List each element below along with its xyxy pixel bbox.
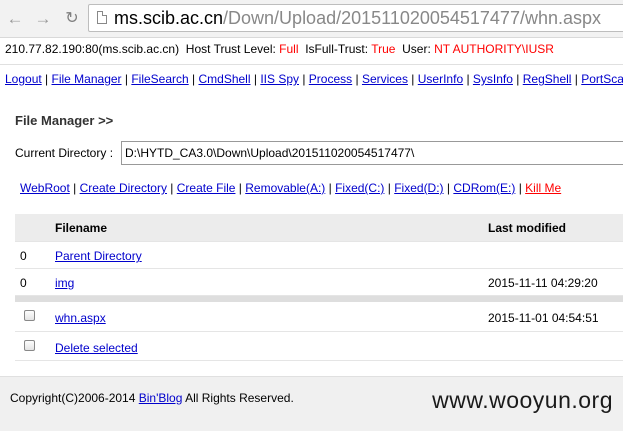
user-label: User: [402,42,431,56]
menu-separator: | [512,72,523,86]
parent-directory-link[interactable]: Parent Directory [55,249,142,263]
browser-toolbar: ← → ↻ ms.scib.ac.cn/Down/Upload/20151102… [0,0,623,38]
file-checkbox[interactable] [24,310,35,321]
page-title: File Manager >> [15,113,114,128]
menu-separator: | [121,72,132,86]
menu-cmd-shell[interactable]: CmdShell [198,72,250,86]
url-path: /Down/Upload/201511020054517477/whn.aspx [223,8,601,28]
copyright-text: Copyright(C)2006-2014 [10,391,136,405]
forward-arrow-icon[interactable]: → [34,10,52,28]
rights-text: All Rights Reserved. [185,391,294,405]
full-trust-value: True [371,42,396,56]
drive-c-link[interactable]: Fixed(C:) [335,181,384,195]
file-table: Filename Last modified 0 Parent Director… [15,214,623,361]
current-directory-input[interactable] [121,141,623,165]
menu-services[interactable]: Services [362,72,408,86]
back-arrow-icon[interactable]: ← [6,10,24,28]
menu-logout[interactable]: Logout [5,72,42,86]
row-index: 0 [20,276,27,290]
drive-d-link[interactable]: Fixed(D:) [394,181,443,195]
last-modified-header: Last modified [488,221,567,235]
trust-level-value: Full [279,42,299,56]
address-bar[interactable]: ms.scib.ac.cn/Down/Upload/20151102005451… [88,4,623,32]
action-separator: | [69,181,80,195]
divider [0,64,623,65]
menu-iis-spy[interactable]: IIS Spy [260,72,299,86]
blog-link[interactable]: Bin'Blog [139,391,183,405]
delete-selected-link[interactable]: Delete selected [55,341,138,355]
watermark: www.wooyun.org [432,387,613,413]
footer: Copyright(C)2006-2014 Bin'Blog All Right… [0,376,623,431]
address-url[interactable]: ms.scib.ac.cn/Down/Upload/20151102005451… [114,8,601,29]
filename-header: Filename [55,221,108,235]
table-row: 0 Parent Directory [15,242,623,269]
menu-file-search[interactable]: FileSearch [131,72,188,86]
user-value: NT AUTHORITY\IUSR [434,42,554,56]
table-header: Filename Last modified [15,214,623,242]
modified-date: 2015-11-01 04:54:51 [488,311,599,325]
create-directory-link[interactable]: Create Directory [80,181,167,195]
menu-separator: | [352,72,362,86]
drive-actions: WebRoot | Create Directory | Create File… [20,181,561,195]
reload-icon[interactable]: ↻ [63,10,81,28]
menu-process[interactable]: Process [309,72,352,86]
kill-me-link[interactable]: Kill Me [525,181,561,195]
drive-a-link[interactable]: Removable(A:) [245,181,325,195]
table-row: 0 img 2015-11-11 04:29:20 [15,269,623,296]
menu-reg-shell[interactable]: RegShell [523,72,572,86]
menu-sys-info[interactable]: SysInfo [473,72,513,86]
trust-level-label: Host Trust Level: [185,42,276,56]
table-row: Delete selected [15,332,623,361]
create-file-link[interactable]: Create File [177,181,236,195]
action-separator: | [325,181,336,195]
action-separator: | [515,181,526,195]
menu-port-scan[interactable]: PortScan [581,72,623,86]
webroot-link[interactable]: WebRoot [20,181,70,195]
page-icon [97,11,107,24]
menu-separator: | [188,72,199,86]
full-trust-label: IsFull-Trust: [305,42,369,56]
row-index: 0 [20,249,27,263]
menu-user-info[interactable]: UserInfo [418,72,463,86]
main-menu: Logout | File Manager | FileSearch | Cmd… [5,72,623,86]
modified-date: 2015-11-11 04:29:20 [488,276,598,290]
table-row: whn.aspx 2015-11-01 04:54:51 [15,302,623,332]
action-separator: | [443,181,454,195]
host-address: 210.77.82.190:80(ms.scib.ac.cn) [5,42,180,56]
url-host: ms.scib.ac.cn [114,8,224,28]
select-all-checkbox[interactable] [24,340,35,351]
menu-file-manager[interactable]: File Manager [52,72,122,86]
menu-separator: | [571,72,582,86]
action-separator: | [235,181,246,195]
menu-separator: | [407,72,418,86]
menu-separator: | [299,72,309,86]
menu-separator: | [41,72,52,86]
action-separator: | [384,181,395,195]
file-link[interactable]: whn.aspx [55,311,106,325]
copyright: Copyright(C)2006-2014 Bin'Blog All Right… [10,391,294,405]
menu-separator: | [463,72,473,86]
directory-link[interactable]: img [55,276,74,290]
current-directory-label: Current Directory : [15,146,114,160]
drive-e-link[interactable]: CDRom(E:) [453,181,515,195]
action-separator: | [166,181,177,195]
server-info-bar: 210.77.82.190:80(ms.scib.ac.cn) Host Tru… [5,42,554,56]
menu-separator: | [250,72,261,86]
